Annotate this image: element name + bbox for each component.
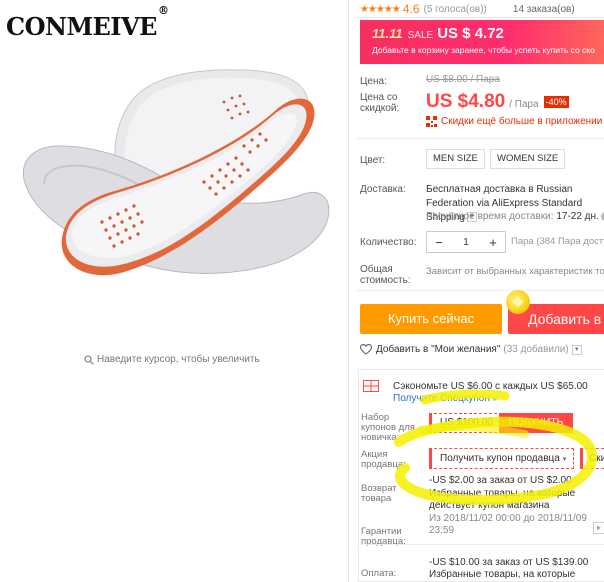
- registered-mark: ®: [157, 4, 169, 17]
- sale-price: US $ 4.72: [437, 25, 504, 42]
- qr-code-icon: [426, 116, 437, 127]
- heart-icon: [360, 344, 372, 355]
- discount-badge: -40%: [543, 96, 569, 108]
- divider: [359, 543, 604, 545]
- quantity-plus-button[interactable]: +: [481, 235, 505, 250]
- payment-label: Оплата:: [361, 568, 397, 579]
- gift-icon: [363, 380, 379, 392]
- coupon-section: Сэкономьте US $6.00 с каждых US $65.00 П…: [358, 369, 604, 582]
- chevron-down-icon: ▾: [562, 456, 567, 463]
- coupon-item[interactable]: -US $10.00 за заказ от US $139.00 Избран…: [429, 557, 604, 582]
- total-text: Зависит от выбранных характеристик товар…: [426, 266, 604, 277]
- orders-count: 14 заказа(ов): [512, 3, 575, 15]
- brand-logo: CONMEIVE®: [6, 4, 169, 41]
- quantity-label: Количество:: [360, 237, 417, 248]
- divider: [356, 138, 604, 139]
- rating-row: ★★★★★ 4.6 (5 голоса(ов)) 14 заказа(ов): [360, 2, 575, 16]
- delivery-days: 17-22 дн.: [556, 211, 599, 222]
- sale-banner[interactable]: 11.11 SALE US $ 4.72 Добавьте в корзину …: [360, 20, 604, 64]
- coupon-save-text: Сэкономьте US $6.00 с каждых US $65.00: [393, 381, 588, 392]
- seller-promo-label: Акция продавца:: [361, 449, 406, 470]
- divider: [356, 17, 604, 18]
- panel-divider: [348, 0, 349, 582]
- special-coupon-text: Получите Спецкупон: [393, 393, 490, 404]
- sku-option-women-size[interactable]: WOMEN SIZE: [490, 149, 566, 169]
- quantity-stepper: − 1 +: [426, 231, 506, 253]
- coin-icon: [506, 290, 530, 314]
- quantity-input[interactable]: 1: [451, 237, 481, 248]
- delivery-label: Доставка:: [360, 184, 406, 195]
- price-label: Цена:: [360, 76, 387, 87]
- seller-discount-dropdown[interactable]: Скидка: [580, 448, 604, 469]
- new-user-coupon-amount: US $100.00: [429, 413, 502, 433]
- new-user-coupon-label: Набор купонов для новичка:: [361, 412, 415, 443]
- coupon-title: -US $10.00 за заказ от US $139.00: [429, 556, 589, 568]
- divider: [356, 290, 604, 291]
- expand-icon[interactable]: ▸: [593, 522, 604, 534]
- wishlist-link[interactable]: Добавить в "Мои желания" (33 добавили) ▾: [360, 344, 582, 355]
- rating-stars[interactable]: ★★★★★: [360, 4, 401, 15]
- sale-word: SALE: [407, 30, 434, 41]
- buy-now-button[interactable]: Купить сейчас: [360, 304, 502, 334]
- product-image[interactable]: [14, 62, 334, 312]
- seller-coupon-text: Получить купон продавца: [440, 453, 560, 464]
- rating-value: 4.6: [402, 2, 420, 16]
- product-gallery: CONMEIVE® Наведите курсор, чтобы увеличи…: [0, 0, 348, 582]
- quantity-minus-button[interactable]: −: [427, 235, 451, 250]
- zoom-hint-text: Наведите курсор, чтобы увеличить: [97, 354, 260, 365]
- new-price: US $4.80: [426, 91, 506, 112]
- quantity-available: Пара (384 Пара доступно): [511, 236, 604, 247]
- wishlist-count: (33 добавили): [503, 344, 569, 355]
- total-label: Общая стоимость:: [360, 264, 411, 286]
- special-coupon-arrow: »: [492, 394, 498, 403]
- price-unit: / Пара: [509, 99, 539, 110]
- sale-date: 11.11: [372, 26, 403, 41]
- discount-price-label: Цена со скидкой:: [360, 92, 400, 114]
- sale-note: Добавьте в корзину заранее, чтобы успеть…: [372, 45, 595, 55]
- delivery-time: Расчётное время доставки: 17-22 дн.i: [426, 211, 604, 222]
- get-coupon-button[interactable]: ПОЛУЧИТЬ: [499, 413, 573, 433]
- coupon-title: -US $2.00 за заказ от US $2.00: [429, 475, 572, 486]
- sku-option-men-size[interactable]: MEN SIZE: [426, 149, 485, 169]
- return-label: Возврат товара: [361, 483, 397, 504]
- seller-coupon-list: -US $2.00 за заказ от US $2.00 Избранные…: [359, 475, 604, 582]
- delivery-time-label: Расчётное время доставки:: [426, 211, 554, 222]
- coupon-desc: Избранные товары, на которые действует к…: [429, 569, 576, 582]
- special-coupon-link[interactable]: Получите Спецкупон »: [393, 393, 497, 404]
- app-discount-text: Скидки ещё больше в приложении: [441, 116, 603, 127]
- coupon-dates: Из 2018/11/02 00:00 до 2018/11/09 23:59: [429, 512, 587, 537]
- magnifier-icon: [84, 354, 94, 365]
- old-price: US $8.00 / Пара: [426, 74, 500, 85]
- wishlist-text: Добавить в "Мои желания": [376, 344, 501, 355]
- coupon-item[interactable]: -US $2.00 за заказ от US $2.00 Избранные…: [429, 475, 604, 538]
- new-price-row: US $4.80 / Пара -40%: [426, 91, 569, 113]
- app-discount-link[interactable]: Скидки ещё больше в приложении ▾: [426, 116, 604, 127]
- coupon-desc: Избранные товары, на которые действует к…: [429, 487, 576, 512]
- seller-coupon-dropdown[interactable]: Получить купон продавца ▾: [429, 448, 574, 469]
- wishlist-caret[interactable]: ▾: [571, 344, 582, 355]
- product-info: ★★★★★ 4.6 (5 голоса(ов)) 14 заказа(ов) 1…: [356, 0, 604, 582]
- brand-name: CONMEIVE: [6, 12, 157, 41]
- zoom-hint: Наведите курсор, чтобы увеличить: [84, 354, 260, 365]
- rating-votes[interactable]: (5 голоса(ов)): [424, 4, 487, 15]
- color-label: Цвет:: [360, 155, 386, 166]
